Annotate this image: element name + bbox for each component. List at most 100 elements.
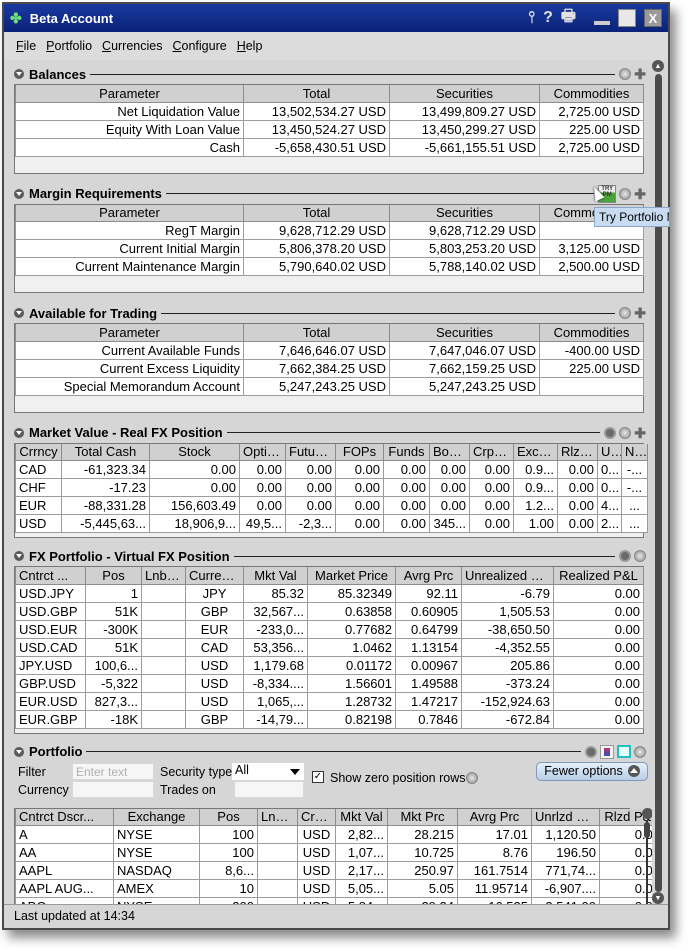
- help-icon[interactable]: ?: [543, 9, 553, 27]
- column-header[interactable]: FOPs: [335, 443, 384, 461]
- table-row[interactable]: Net Liquidation Value 13,502,534.27 USD 13…: [15, 101, 644, 121]
- pin-icon[interactable]: ⫯: [528, 9, 535, 27]
- menu-currencies[interactable]: Currencies: [102, 39, 162, 53]
- column-header[interactable]: Funds: [383, 443, 430, 461]
- column-header[interactable]: Commodities: [539, 85, 644, 103]
- new-window-icon[interactable]: [617, 745, 631, 758]
- table-row[interactable]: JPY.USD 100,6... USD 1,179.68 0.01172 0.00967…: [15, 655, 644, 675]
- table-row[interactable]: USD.GBP 51K GBP 32,567... 0.63858 0.60905 1,50…: [15, 601, 644, 621]
- column-header[interactable]: Commodities: [539, 324, 644, 342]
- minimize-button[interactable]: [594, 11, 610, 25]
- main-scrollbar[interactable]: ▲ ▼: [652, 60, 664, 904]
- help-icon[interactable]: [619, 426, 632, 439]
- chart-icon[interactable]: [600, 744, 614, 759]
- table-row[interactable]: Cash -5,658,430.51 USD -5,661,155.51 USD 2,…: [15, 137, 644, 157]
- help-icon[interactable]: [619, 68, 632, 80]
- collapse-toggle-icon[interactable]: [14, 746, 24, 757]
- maximize-button[interactable]: [618, 9, 636, 27]
- table-row[interactable]: USD -5,445,63... 18,906,9... 49,5... -2,3...…: [15, 514, 648, 533]
- show-zero-checkbox[interactable]: ✓: [312, 770, 324, 783]
- column-header[interactable]: Crrncy: [15, 443, 62, 461]
- column-header[interactable]: Rlzd...: [557, 443, 598, 461]
- column-header[interactable]: Nt...: [621, 443, 648, 461]
- column-header[interactable]: Realized P&L: [553, 567, 644, 585]
- collapse-toggle-icon[interactable]: [14, 551, 24, 561]
- table-row[interactable]: GBP.USD -5,322 USD -8,334.... 1.56601 1.49588…: [15, 673, 644, 693]
- title-bar[interactable]: ✤ Beta Account ⫯ ? 🖶 X: [4, 4, 668, 32]
- collapse-toggle-icon[interactable]: [14, 69, 24, 79]
- column-header[interactable]: Cntrct ...: [15, 567, 86, 585]
- table-row[interactable]: Current Available Funds 7,646,646.07 USD 7…: [15, 340, 644, 360]
- table-row[interactable]: Equity With Loan Value 13,450,524.27 USD 1…: [15, 119, 644, 139]
- table-row[interactable]: EUR -88,331.28 156,603.49 0.00 0.00 0.00 0.00 0…: [15, 496, 648, 515]
- column-header[interactable]: Bonds: [429, 443, 470, 461]
- help-icon[interactable]: [619, 307, 632, 319]
- help-icon[interactable]: [634, 745, 646, 758]
- column-header[interactable]: Total: [243, 204, 390, 222]
- column-header[interactable]: Crprt...: [469, 443, 514, 461]
- table-row[interactable]: USD.JPY 1 JPY 85.32 85.32349 92.11 -6.79 0.00: [15, 583, 644, 603]
- column-header[interactable]: Avrg Prc: [457, 808, 532, 826]
- column-header[interactable]: Securities: [389, 324, 540, 342]
- add-icon[interactable]: ✚: [634, 187, 646, 201]
- menu-file[interactable]: File: [16, 39, 36, 53]
- column-header[interactable]: Options: [239, 443, 286, 461]
- table-row[interactable]: Current Excess Liquidity 7,662,384.25 USD…: [15, 358, 644, 378]
- column-header[interactable]: Cntrct Dscr...: [15, 808, 114, 826]
- column-header[interactable]: Total: [243, 85, 390, 103]
- collapse-toggle-icon[interactable]: [14, 188, 24, 199]
- help-icon[interactable]: [634, 550, 646, 562]
- column-header[interactable]: Mkt Val: [243, 567, 308, 585]
- collapse-toggle-icon[interactable]: [14, 308, 24, 318]
- table-row[interactable]: USD.EUR -300K EUR -233,0... 0.77682 0.64799 -3…: [15, 619, 644, 639]
- column-header[interactable]: Mkt Prc: [387, 808, 458, 826]
- scroll-up-icon[interactable]: [642, 807, 652, 819]
- help-icon[interactable]: [466, 771, 478, 784]
- column-header[interactable]: Securities: [389, 85, 540, 103]
- close-button[interactable]: X: [644, 9, 662, 27]
- table-row[interactable]: RegT Margin 9,628,712.29 USD 9,628,712.29 …: [15, 221, 644, 240]
- table-row[interactable]: EUR.USD 827,3... USD 1,065,... 1.28732 1.4721…: [15, 691, 644, 711]
- column-header[interactable]: Pos: [199, 808, 258, 826]
- table-row[interactable]: AAPL AUG... AMEX 10 USD 5,05... 5.05 11.95714-…: [15, 879, 652, 898]
- collapse-toggle-icon[interactable]: [14, 427, 24, 438]
- column-header[interactable]: Exch...: [513, 443, 558, 461]
- column-header[interactable]: U...: [597, 443, 622, 461]
- table-row[interactable]: CAD -61,323.34 0.00 0.00 0.00 0.00 0.00 0.00 0.0…: [15, 460, 648, 479]
- column-header[interactable]: Total Cash: [61, 443, 150, 461]
- scroll-thumb[interactable]: [655, 74, 662, 892]
- scroll-down-icon[interactable]: ▼: [652, 892, 664, 904]
- table-row[interactable]: Special Memorandum Account 5,247,243.25 U…: [15, 376, 644, 396]
- scroll-thumb[interactable]: [644, 821, 650, 838]
- column-header[interactable]: Futures: [285, 443, 336, 461]
- refresh-icon[interactable]: [619, 550, 631, 562]
- table-row[interactable]: Current Maintenance Margin 5,790,640.02 U…: [15, 257, 644, 276]
- table-row[interactable]: AANYSE100USD1,07...10.7258.76196.500.00: [15, 843, 652, 862]
- fewer-options-button[interactable]: Fewer options: [536, 761, 648, 781]
- print-icon[interactable]: 🖶: [561, 5, 576, 32]
- add-icon[interactable]: ✚: [634, 67, 646, 81]
- column-header[interactable]: Avrg Prc: [395, 567, 462, 585]
- column-header[interactable]: Unrealized P&L: [461, 567, 554, 585]
- refresh-icon[interactable]: [585, 745, 597, 758]
- column-header[interactable]: Lnbl ...: [141, 567, 186, 585]
- column-header[interactable]: Stock: [149, 443, 240, 461]
- portfolio-scrollbar[interactable]: [642, 807, 652, 904]
- column-header[interactable]: Pos: [85, 567, 142, 585]
- currency-input[interactable]: [72, 780, 154, 798]
- table-row[interactable]: CHF -17.23 0.00 0.00 0.00 0.00 0.00 0.00 0.00 0.9…: [15, 478, 648, 497]
- column-header[interactable]: Parameter: [15, 324, 244, 342]
- column-header[interactable]: Unrlzd P&L: [531, 808, 600, 826]
- menu-configure[interactable]: Configure: [172, 39, 226, 53]
- table-row[interactable]: USD.CAD 51K CAD 53,356... 1.0462 1.13154 -4,35…: [15, 637, 644, 657]
- filter-input[interactable]: Enter text: [72, 762, 154, 780]
- column-header[interactable]: Currency: [185, 567, 244, 585]
- table-row[interactable]: Current Initial Margin 5,806,378.20 USD 5,…: [15, 239, 644, 258]
- column-header[interactable]: Securities: [389, 204, 540, 222]
- scroll-up-icon[interactable]: ▲: [652, 60, 664, 72]
- column-header[interactable]: Mkt Val: [335, 808, 388, 826]
- column-header[interactable]: Parameter: [15, 204, 244, 222]
- column-header[interactable]: Market Price: [307, 567, 396, 585]
- column-header[interactable]: Exchange: [113, 808, 200, 826]
- column-header[interactable]: Crrn...: [297, 808, 336, 826]
